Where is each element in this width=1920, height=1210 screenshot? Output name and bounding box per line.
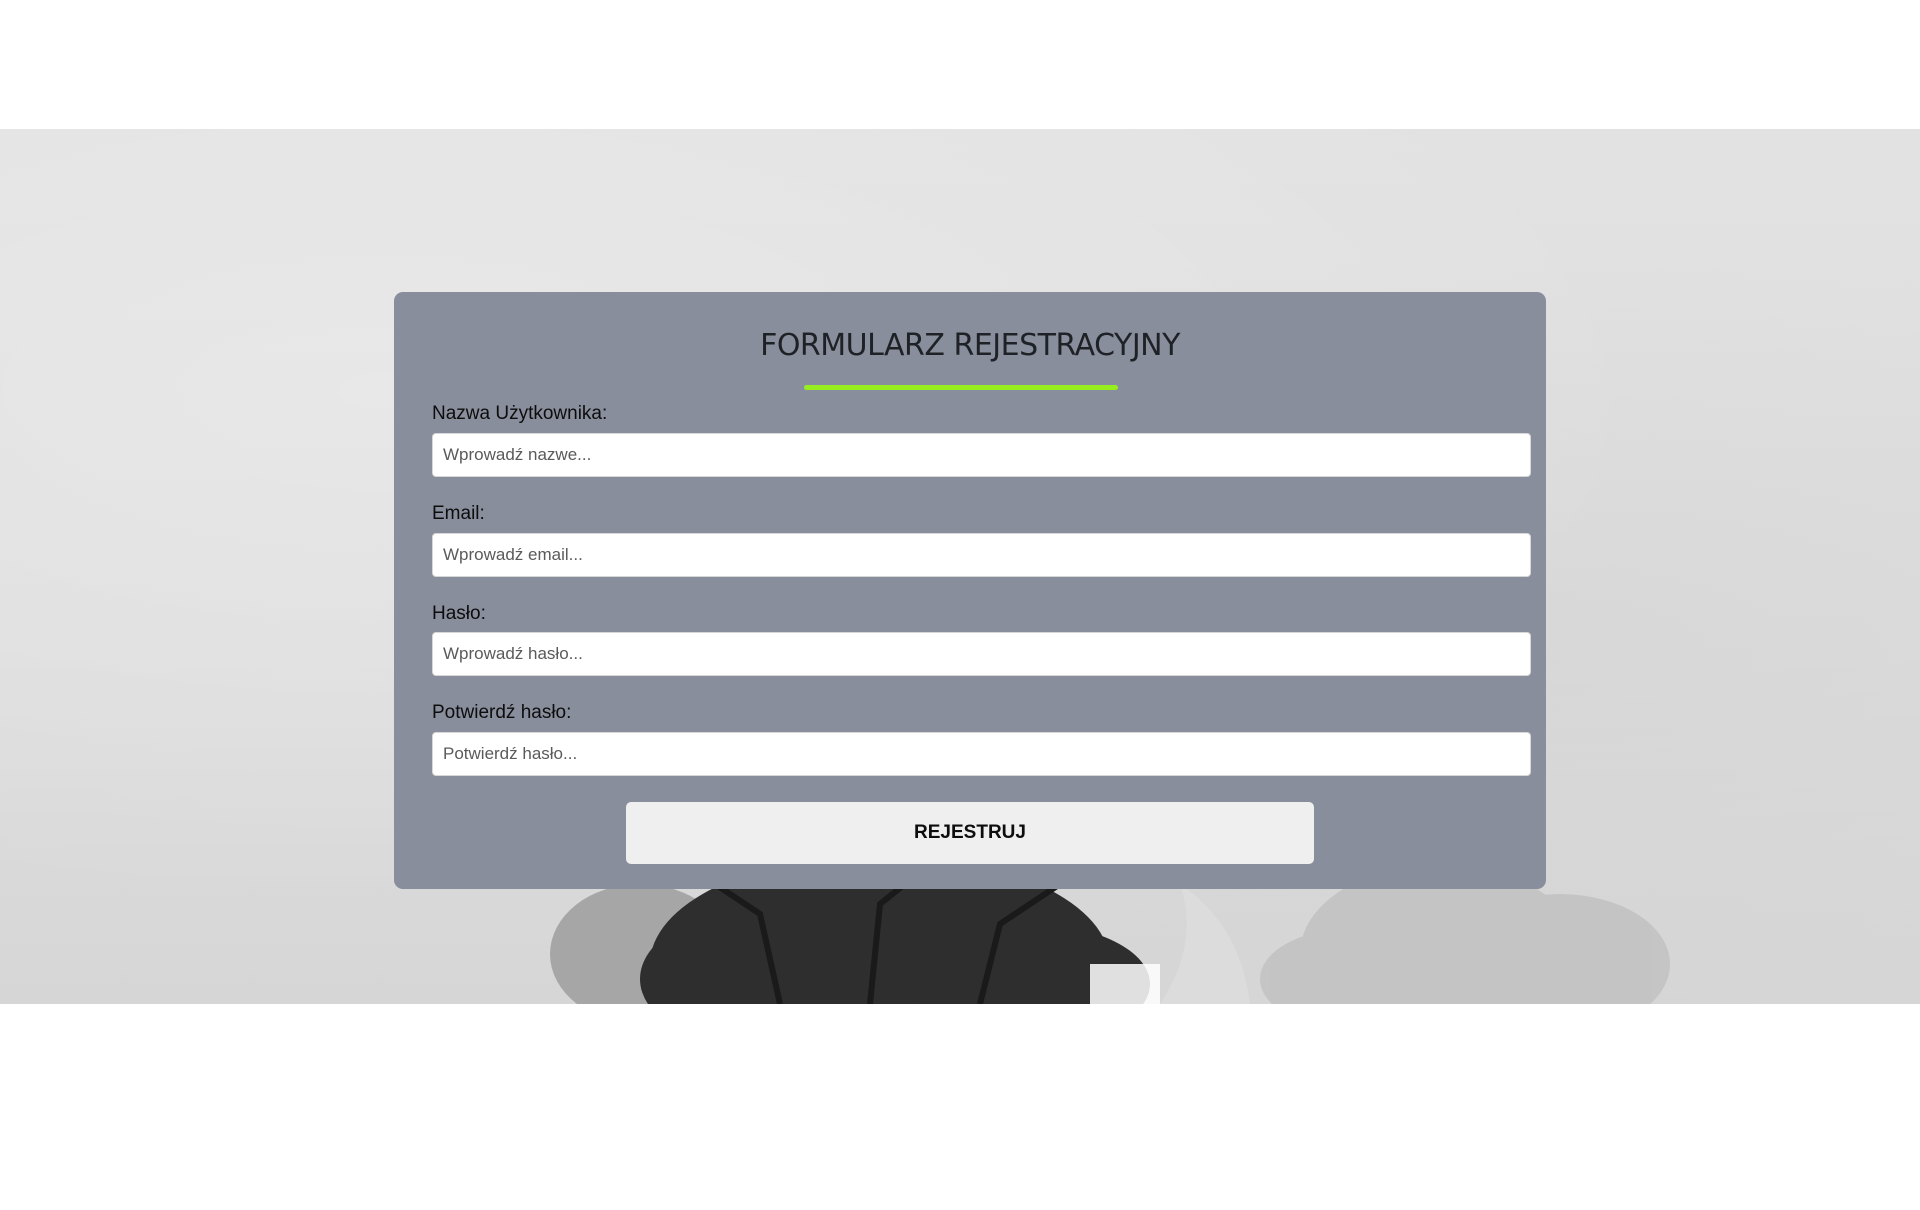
username-label: Nazwa Użytkownika: <box>432 403 608 424</box>
password-label: Hasło: <box>432 603 486 624</box>
password-input[interactable] <box>432 632 1531 676</box>
username-input[interactable] <box>432 433 1531 477</box>
page: FORMULARZ REJESTRACYJNY Nazwa Użytkownik… <box>0 0 1920 1210</box>
confirm-password-input[interactable] <box>432 732 1531 776</box>
register-button[interactable]: REJESTRUJ <box>626 802 1314 864</box>
email-label: Email: <box>432 503 485 524</box>
title-underline <box>804 385 1118 390</box>
form-title: FORMULARZ REJESTRACYJNY <box>760 328 1180 363</box>
email-input[interactable] <box>432 533 1531 577</box>
registration-form: FORMULARZ REJESTRACYJNY Nazwa Użytkownik… <box>394 292 1546 889</box>
confirm-password-label: Potwierdź hasło: <box>432 702 572 723</box>
